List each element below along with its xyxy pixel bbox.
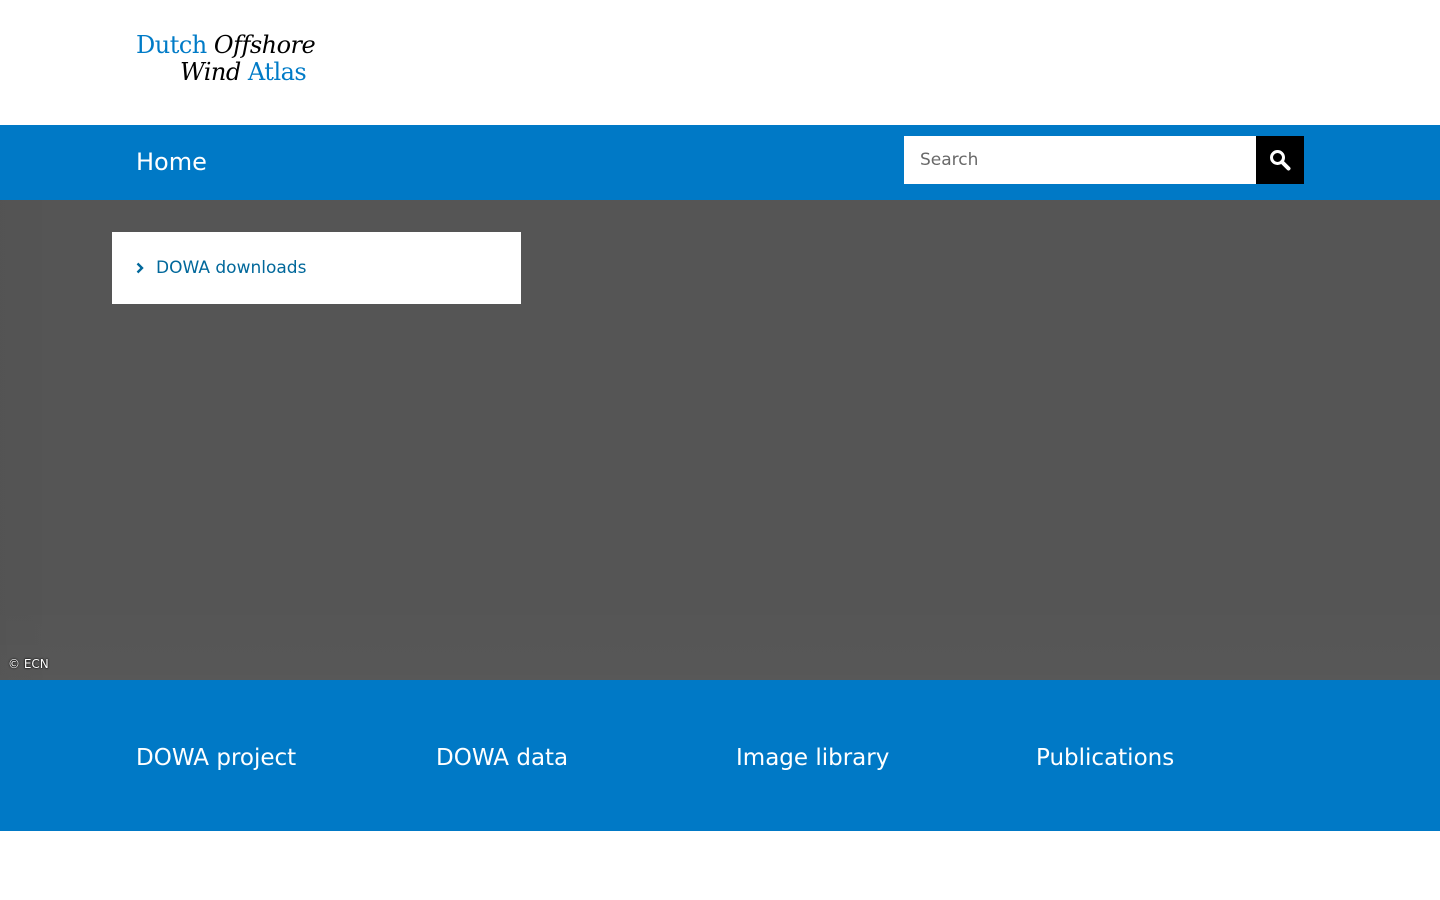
search-button[interactable] [1256, 136, 1304, 184]
footer-link-dowa-project[interactable]: DOWA project [136, 742, 296, 774]
logo-line-1: Dutch Offshore [136, 31, 316, 59]
footer-link-image-library[interactable]: Image library [736, 742, 889, 774]
logo-word-wind: Wind [180, 58, 241, 86]
hero-image-area: DOWA downloads © ECN [0, 200, 1440, 680]
logo-line-2: Wind Atlas [180, 58, 307, 86]
menu-item-label: DOWA downloads [156, 258, 307, 278]
logo-word-atlas: Atlas [247, 58, 307, 86]
footer-link-dowa-data[interactable]: DOWA data [436, 742, 568, 774]
image-credit: © ECN [8, 657, 49, 671]
menu-item-dowa-downloads[interactable]: DOWA downloads [136, 256, 306, 280]
search-icon [1270, 150, 1291, 171]
site-footer: DOWA project DOWA data Image library Pub… [0, 680, 1440, 831]
chevron-right-icon [136, 256, 148, 280]
main-navbar: Home [0, 125, 1440, 200]
site-logo[interactable]: Dutch Offshore Wind Atlas [136, 32, 316, 88]
nav-home-link[interactable]: Home [136, 145, 207, 179]
search-input[interactable] [904, 136, 1256, 184]
quick-links-panel: DOWA downloads [112, 232, 521, 304]
logo-word-offshore: Offshore [213, 31, 316, 59]
footer-link-publications[interactable]: Publications [1036, 742, 1174, 774]
site-header: Dutch Offshore Wind Atlas [0, 0, 1440, 125]
logo-word-dutch: Dutch [136, 31, 207, 59]
